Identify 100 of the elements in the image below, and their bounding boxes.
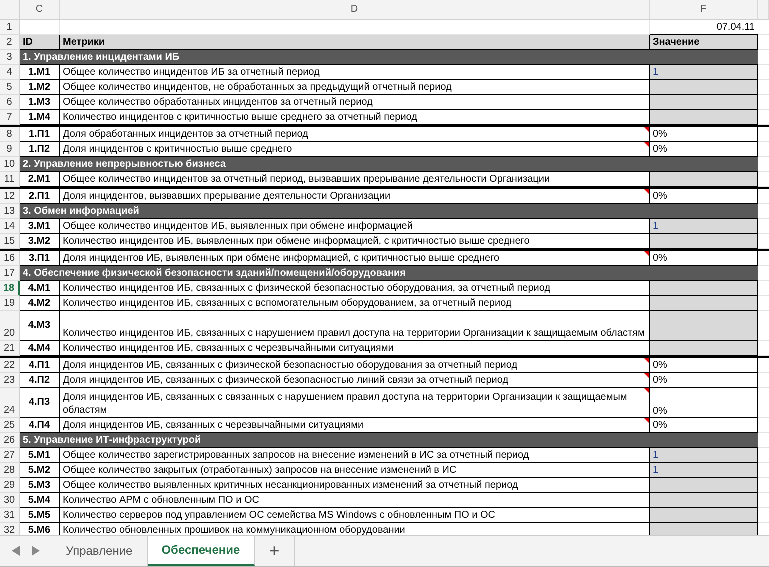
- id-cell: 1.М4: [20, 110, 60, 125]
- value-cell[interactable]: [650, 493, 758, 508]
- metric-cell: Количество АРМ с обновленным ПО и ОС: [63, 494, 260, 506]
- row-number[interactable]: 7: [0, 110, 20, 125]
- value-cell[interactable]: [650, 95, 758, 110]
- row-number[interactable]: 11: [0, 172, 20, 187]
- value-header: Значение: [650, 35, 758, 50]
- value-cell[interactable]: 0%: [650, 251, 758, 266]
- section-header: 1. Управление инцидентами ИБ: [20, 50, 758, 65]
- row-number[interactable]: 10: [0, 157, 20, 172]
- value-cell[interactable]: 1: [650, 219, 758, 234]
- value-cell[interactable]: [650, 281, 758, 296]
- metric-cell: Количество инцидентов ИБ, связанных с физической безопасностью оборудования, за отчетный период: [63, 282, 551, 294]
- row-number[interactable]: 31: [0, 508, 20, 523]
- id-cell: 1.М1: [20, 65, 60, 80]
- value-cell[interactable]: [650, 80, 758, 95]
- value-cell[interactable]: [650, 110, 758, 125]
- id-cell: 1.М2: [20, 80, 60, 95]
- section-header: 5. Управление ИТ-инфраструктурой: [20, 433, 758, 448]
- id-cell: 5.М2: [20, 463, 60, 478]
- id-cell: 4.М1: [20, 281, 60, 296]
- id-cell: 5.М5: [20, 508, 60, 523]
- id-cell: 4.П1: [20, 358, 60, 373]
- add-sheet-button[interactable]: +: [255, 536, 295, 566]
- row-number[interactable]: 19: [0, 296, 20, 311]
- value-cell[interactable]: 0%: [650, 388, 758, 418]
- row-number[interactable]: 20: [0, 311, 20, 341]
- row-number[interactable]: 24: [0, 388, 20, 418]
- id-cell: 2.М1: [20, 172, 60, 187]
- metric-cell: Общее количество выявленных критичных несанкционированных изменений за отчетный период: [63, 478, 518, 492]
- row-number[interactable]: 2: [0, 35, 20, 50]
- metric-cell: Доля инцидентов ИБ, связанных с физической безопасностью оборудования за отчетный период: [63, 358, 518, 372]
- metric-cell: Доля инцидентов, вызвавших прерывание деятельности Организации: [63, 190, 391, 202]
- row-number[interactable]: 29: [0, 478, 20, 493]
- metric-cell: Доля обработанных инцидентов за отчетный период: [63, 128, 308, 140]
- row-number[interactable]: 15: [0, 234, 20, 249]
- value-cell[interactable]: [650, 341, 758, 356]
- row-number[interactable]: 28: [0, 463, 20, 478]
- row-number[interactable]: 16: [0, 251, 20, 266]
- value-cell[interactable]: [650, 508, 758, 523]
- row-number[interactable]: 13: [0, 204, 20, 219]
- scroll-right-icon[interactable]: [32, 546, 40, 556]
- row-number[interactable]: 23: [0, 373, 20, 388]
- row-number[interactable]: 4: [0, 65, 20, 80]
- metric-cell: Общее количество обработанных инцидентов за отчетный период: [63, 96, 373, 108]
- column-header[interactable]: F: [650, 0, 758, 19]
- column-header[interactable]: C: [20, 0, 60, 19]
- row-number[interactable]: 27: [0, 448, 20, 463]
- value-cell[interactable]: 0%: [650, 142, 758, 157]
- row-number[interactable]: 5: [0, 80, 20, 95]
- id-cell: 3.М2: [20, 234, 60, 249]
- value-cell[interactable]: 0%: [650, 418, 758, 433]
- value-cell[interactable]: 0%: [650, 358, 758, 373]
- metric-cell: Количество обновленных прошивок на коммуникационном оборудовании: [63, 524, 406, 535]
- id-cell: 3.М1: [20, 219, 60, 234]
- metric-cell: Доля инцидентов ИБ, связанных с физической безопасностью линий связи за отчетный период: [63, 374, 509, 386]
- value-cell[interactable]: [650, 296, 758, 311]
- sheet-tab[interactable]: Обеспечение: [148, 536, 256, 566]
- value-cell[interactable]: [650, 523, 758, 535]
- id-cell: 5.М3: [20, 478, 60, 493]
- metric-cell: Количество инцидентов с критичностью выше среднего за отчетный период: [63, 110, 418, 124]
- value-cell[interactable]: [650, 311, 758, 341]
- row-number[interactable]: 30: [0, 493, 20, 508]
- row-number[interactable]: 26: [0, 433, 20, 448]
- value-cell[interactable]: [650, 172, 758, 187]
- row-number[interactable]: 18: [0, 281, 20, 296]
- value-cell[interactable]: 0%: [650, 373, 758, 388]
- metric-cell: Общее количество закрытых (отработанных) запросов на внесение изменений в ИС: [63, 464, 457, 476]
- id-cell: 1.М3: [20, 95, 60, 110]
- value-cell[interactable]: 1: [650, 463, 758, 478]
- row-number[interactable]: 12: [0, 189, 20, 204]
- row-number[interactable]: 22: [0, 358, 20, 373]
- metric-cell: Доля инцидентов ИБ, связанных с черезвычайными ситуациями: [63, 418, 364, 432]
- value-cell[interactable]: 1: [650, 448, 758, 463]
- row-number[interactable]: 9: [0, 142, 20, 157]
- id-cell: 4.П3: [20, 388, 60, 418]
- id-cell: 4.М3: [20, 311, 60, 341]
- row-number[interactable]: 8: [0, 127, 20, 142]
- scroll-left-icon[interactable]: [12, 546, 20, 556]
- row-number[interactable]: 21: [0, 341, 20, 356]
- row-number[interactable]: 14: [0, 219, 20, 234]
- value-cell[interactable]: [650, 478, 758, 493]
- row-number[interactable]: 6: [0, 95, 20, 110]
- row-number[interactable]: 32: [0, 523, 20, 535]
- value-cell[interactable]: 1: [650, 65, 758, 80]
- row-number[interactable]: 1: [0, 20, 20, 35]
- id-cell: 1.П1: [20, 127, 60, 142]
- id-cell: 4.М2: [20, 296, 60, 311]
- value-cell[interactable]: 0%: [650, 189, 758, 204]
- row-number[interactable]: 17: [0, 266, 20, 281]
- metric-cell: Доля инцидентов ИБ, выявленных при обмене информацией, с критичностью выше среднего: [63, 252, 500, 264]
- id-cell: 4.П2: [20, 373, 60, 388]
- id-header: ID: [20, 35, 60, 50]
- row-number[interactable]: 25: [0, 418, 20, 433]
- row-number[interactable]: 3: [0, 50, 20, 65]
- column-header[interactable]: D: [60, 0, 650, 19]
- value-cell[interactable]: 0%: [650, 127, 758, 142]
- metric-cell: Общее количество зарегистрированных запросов на внесение изменений в ИС за отчетный период: [63, 448, 530, 462]
- section-header: 4. Обеспечение физической безопасности зданий/помещений/оборудования: [20, 266, 758, 281]
- value-cell[interactable]: [650, 234, 758, 249]
